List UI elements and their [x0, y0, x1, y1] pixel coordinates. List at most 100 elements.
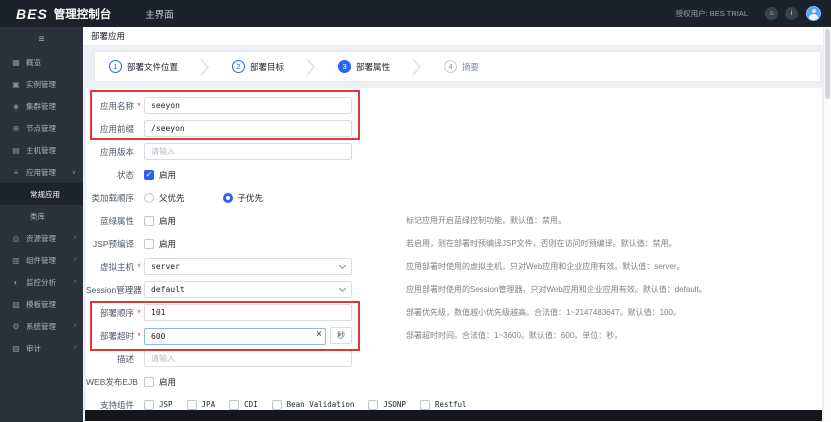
- support-components-label: 支持组件: [99, 399, 134, 410]
- app-prefix-label: 应用前缀: [99, 123, 134, 134]
- form-row-app-version: 应用版本: [86, 143, 822, 160]
- audit-icon: ▨: [12, 343, 20, 353]
- cluster-icon: ◈: [12, 101, 20, 111]
- deploy-timeout-input[interactable]: [144, 328, 326, 345]
- form-row-description: 描述: [86, 350, 822, 367]
- radio-icon-selected[interactable]: [222, 192, 233, 203]
- step-label: 部署属性: [356, 61, 391, 72]
- topbar-right: 授权用户: BES TRIAL ⌂ i: [676, 6, 821, 21]
- component-option-jsonp[interactable]: JSONP: [368, 399, 406, 410]
- component-option-jpa[interactable]: JPA: [186, 399, 216, 410]
- home-icon[interactable]: ⌂: [765, 7, 778, 20]
- sidebar-item-instances[interactable]: ▣ 实例管理: [0, 73, 83, 95]
- chevron-down-icon: [338, 261, 347, 270]
- sidebar-item-nodes[interactable]: ⊕ 节点管理: [0, 117, 83, 139]
- deploy-order-input[interactable]: [144, 304, 352, 321]
- blue-green-option-label: 启用: [159, 215, 177, 226]
- step-label: 部署目标: [250, 61, 285, 72]
- top-bar: BES 管理控制台 主界面 授权用户: BES TRIAL ⌂ i: [0, 0, 831, 27]
- virtual-host-select[interactable]: server: [144, 258, 352, 275]
- sidebar-item-applications[interactable]: ≡ 应用管理 ∨: [0, 161, 83, 183]
- sidebar-item-components[interactable]: ▥ 组件管理 ›: [0, 249, 83, 271]
- chevron-right-icon: ›: [74, 235, 76, 241]
- sidebar-item-label: 集群管理: [26, 101, 56, 111]
- app-version-input[interactable]: [144, 143, 352, 160]
- sidebar-item-hosts[interactable]: ▤ 主机管理: [0, 139, 83, 161]
- bean-validation-checkbox[interactable]: [271, 399, 282, 410]
- deploy-order-hint: 部署优先级，数值越小优先级越高。合法值：1~2147483647。默认值：100…: [406, 308, 681, 317]
- sidebar-item-clusters[interactable]: ◈ 集群管理: [0, 95, 83, 117]
- sidebar-item-templates[interactable]: ▧ 模板管理: [0, 293, 83, 315]
- tab-main-view[interactable]: 主界面: [145, 7, 174, 21]
- app-name-input[interactable]: [144, 97, 352, 114]
- scrollbar-thumb[interactable]: [825, 29, 830, 99]
- sidebar-item-label: 应用管理: [26, 167, 56, 177]
- step-deploy-file-location[interactable]: 1 部署文件位置: [109, 60, 178, 73]
- web-ejb-option-label: 启用: [159, 376, 177, 387]
- session-manager-select[interactable]: default: [144, 281, 352, 298]
- sidebar-item-overview[interactable]: ▦ 概览: [0, 51, 83, 73]
- step-label: 摘要: [462, 61, 480, 72]
- component-option-cdi[interactable]: CDI: [229, 399, 258, 410]
- cdi-checkbox[interactable]: [229, 399, 240, 410]
- component-label: JPA: [201, 400, 216, 409]
- virtual-host-value: server: [151, 262, 180, 271]
- status-checkbox[interactable]: ✓: [144, 169, 154, 180]
- radio-label: 父优先: [159, 192, 185, 203]
- gear-icon: ⚙: [12, 321, 20, 331]
- resource-icon: ◎: [12, 233, 20, 243]
- sidebar-item-audit[interactable]: ▨ 审计 ›: [0, 337, 83, 359]
- sidebar-item-label: 节点管理: [26, 123, 56, 133]
- radio-icon[interactable]: [144, 192, 154, 203]
- licensed-user-label: 授权用户: BES TRIAL: [675, 9, 748, 18]
- component-option-restful[interactable]: Restful: [419, 399, 467, 410]
- form-row-virtual-host: 虚拟主机 * server 应用部署时使用的虚拟主机，只对Web应用和企业应用有…: [86, 258, 822, 275]
- restful-checkbox[interactable]: [419, 399, 430, 410]
- chevron-down-icon: [338, 284, 347, 293]
- jpa-checkbox[interactable]: [186, 399, 197, 410]
- info-icon[interactable]: i: [785, 7, 798, 20]
- bottom-bar: [85, 410, 822, 421]
- chevron-right-icon: ›: [74, 345, 76, 351]
- description-input[interactable]: [144, 350, 352, 367]
- jsp-precompile-checkbox[interactable]: [144, 238, 154, 249]
- sidebar-item-system[interactable]: ⚙ 系统管理 ›: [0, 315, 83, 337]
- blue-green-checkbox[interactable]: [144, 215, 154, 226]
- class-load-order-label: 类加载顺序: [91, 192, 134, 203]
- sidebar-item-label: 模板管理: [26, 299, 56, 309]
- form-row-session-manager: Session管理器 * default 应用部署时使用的Session管理器，…: [86, 281, 822, 298]
- step-label: 部署文件位置: [127, 61, 179, 72]
- product-title: 管理控制台: [53, 8, 112, 21]
- jsp-checkbox[interactable]: [144, 399, 154, 410]
- jsp-precompile-option-label: 启用: [159, 238, 177, 249]
- clear-input-icon[interactable]: ×: [316, 328, 322, 341]
- web-ejb-label: WEB发布EJB: [86, 376, 138, 387]
- node-icon: ⊕: [12, 123, 20, 133]
- user-avatar[interactable]: [806, 6, 821, 21]
- radio-parent-first[interactable]: 父优先: [144, 192, 185, 204]
- component-icon: ▥: [12, 255, 20, 265]
- step-deploy-target[interactable]: 2 部署目标: [232, 60, 284, 73]
- sidebar-collapse-icon[interactable]: ≡: [0, 27, 83, 51]
- steps-wizard: 1 部署文件位置 2 部署目标 3 部署属性 4 摘要: [94, 51, 821, 82]
- form-row-blue-green: 蓝绿属性 启用 标记应用开启蓝绿控制功能，默认值：禁用。: [86, 212, 822, 229]
- sidebar-item-class-library[interactable]: 类库: [0, 205, 83, 227]
- app-prefix-input[interactable]: [144, 120, 352, 137]
- jsonp-checkbox[interactable]: [368, 399, 379, 410]
- sidebar-item-label: 常规应用: [30, 189, 60, 199]
- sidebar-item-monitoring[interactable]: ◐ 监控分析 ›: [0, 271, 83, 293]
- step-number: 2: [232, 60, 246, 73]
- sidebar-item-regular-apps[interactable]: 常规应用: [0, 183, 83, 205]
- sidebar-item-resources[interactable]: ◎ 资源管理 ›: [0, 227, 83, 249]
- component-option-bean-validation[interactable]: Bean Validation: [271, 399, 354, 410]
- bes-console-page: BES 管理控制台 主界面 授权用户: BES TRIAL ⌂ i ≡ ▦ 概览…: [0, 0, 831, 422]
- required-asterisk: *: [137, 330, 141, 341]
- component-option-jsp[interactable]: JSP: [144, 399, 173, 410]
- form-row-app-prefix: 应用前缀: [86, 120, 822, 137]
- form-row-jsp-precompile: JSP预编译 启用 若启用，则在部署时预编译JSP文件，否则在访问时预编译。默认…: [86, 235, 822, 252]
- step-deploy-properties[interactable]: 3 部署属性: [338, 60, 390, 73]
- web-ejb-checkbox[interactable]: [144, 376, 154, 387]
- step-summary[interactable]: 4 摘要: [444, 60, 479, 73]
- radio-child-first[interactable]: 子优先: [222, 192, 263, 204]
- scrollbar-track[interactable]: [823, 27, 831, 422]
